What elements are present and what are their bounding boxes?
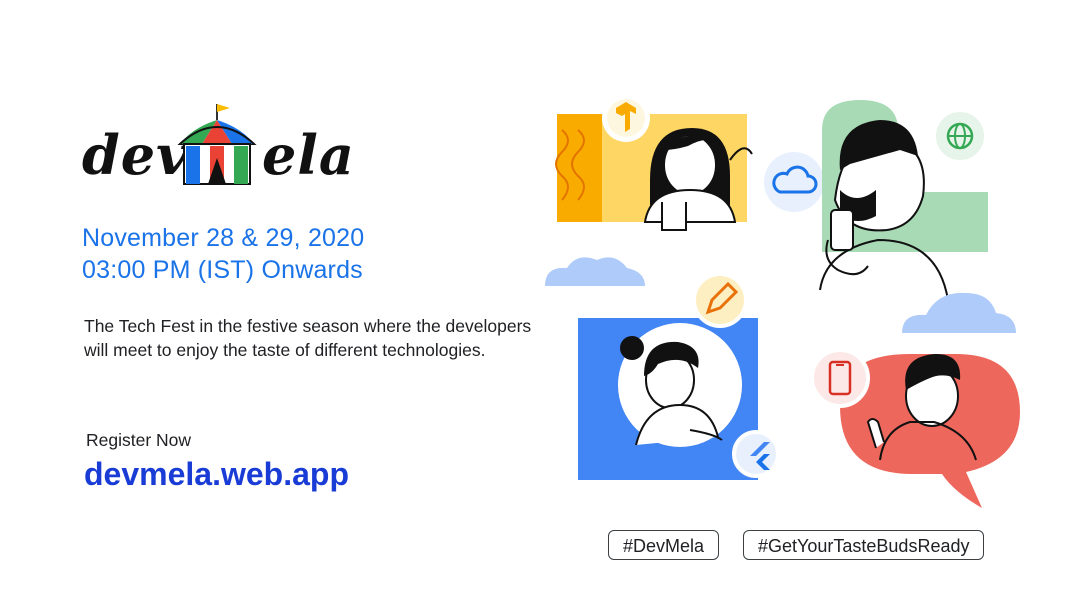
developers-illustration xyxy=(545,94,1020,508)
event-time: 03:00 PM (IST) Onwards xyxy=(82,256,363,284)
tent-logo-icon xyxy=(177,104,257,185)
register-link[interactable]: devmela.web.app xyxy=(84,456,349,493)
cloud-left xyxy=(545,257,645,286)
devmela-logo: dev ela xyxy=(82,100,372,200)
yellow-panel xyxy=(555,114,753,231)
event-date: November 28 & 29, 2020 xyxy=(82,224,365,252)
globe-icon xyxy=(932,108,988,164)
pencil-icon xyxy=(692,272,748,328)
cloud-icon xyxy=(764,152,824,212)
tensorflow-icon xyxy=(602,94,650,142)
hashtag-tastebuds: #GetYourTasteBudsReady xyxy=(743,530,985,560)
blue-panel xyxy=(578,318,758,480)
flutter-icon xyxy=(732,430,780,478)
event-datetime: November 28 & 29, 2020 03:00 PM (IST) On… xyxy=(82,222,364,286)
hashtag-devmela: #DevMela xyxy=(608,530,720,560)
phone-icon xyxy=(810,348,870,408)
logo-text-ela: ela xyxy=(262,123,355,187)
cloud-right xyxy=(902,292,1016,333)
register-label: Register Now xyxy=(86,430,192,450)
event-description: The Tech Fest in the festive season wher… xyxy=(84,316,532,360)
